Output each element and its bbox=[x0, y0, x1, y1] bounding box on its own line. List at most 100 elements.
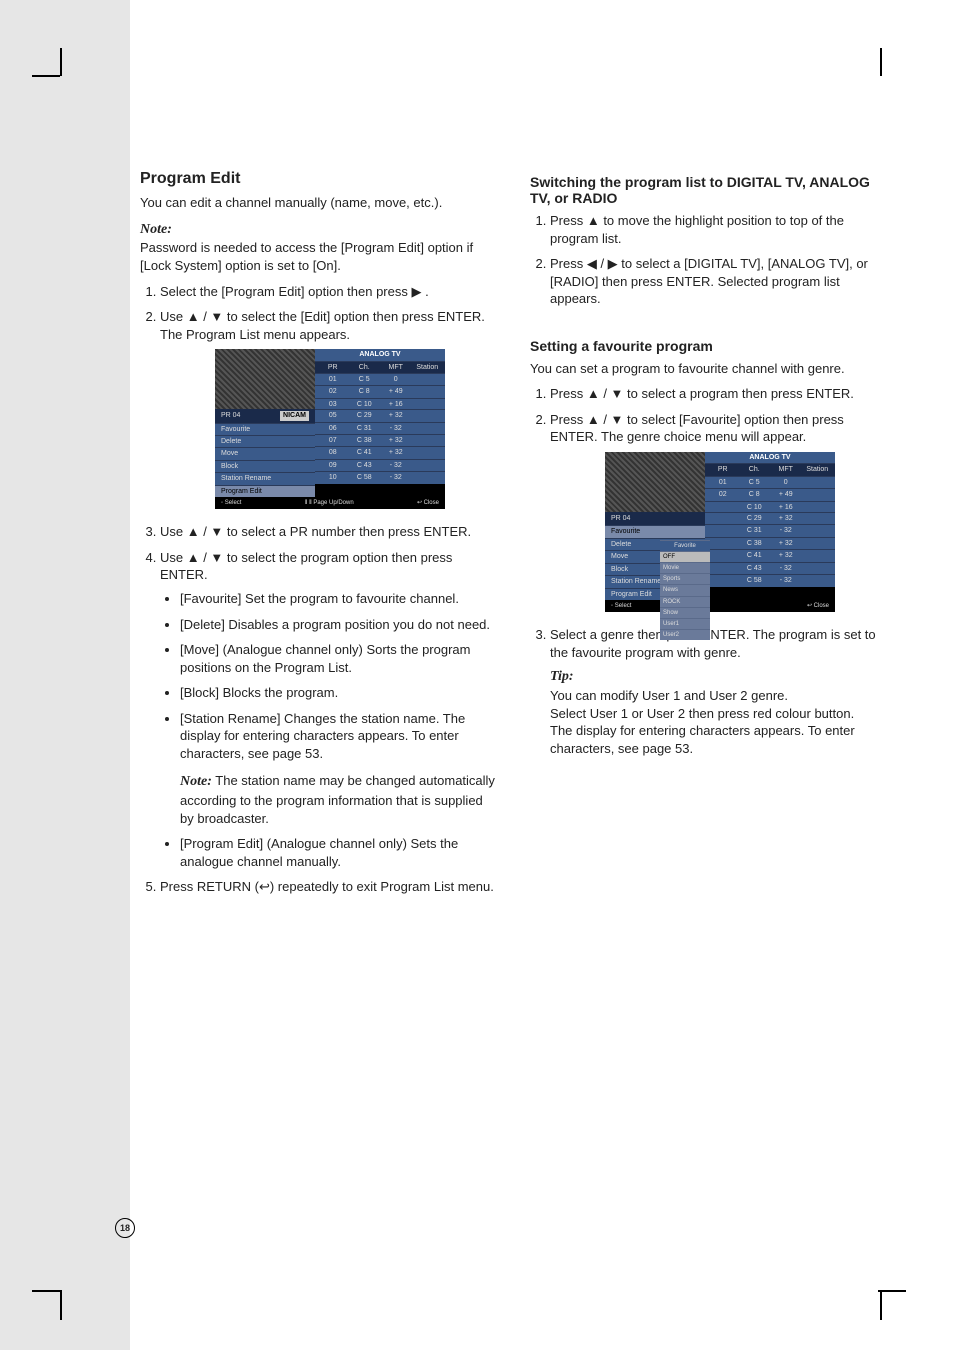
osd-data-row: C 58- 32 bbox=[705, 574, 835, 586]
osd-popup-item: News bbox=[660, 584, 710, 595]
osd-title: ANALOG TV bbox=[315, 349, 445, 360]
option-list: [Favourite] Set the program to favourite… bbox=[160, 590, 500, 870]
osd-footer: ◦ Select ⦀ ⦀ Page Up/Down ↩ Close bbox=[215, 497, 445, 509]
osd-data-row: 01C 50 bbox=[315, 373, 445, 385]
option-item: [Program Edit] (Analogue channel only) S… bbox=[180, 835, 500, 870]
osd-footer: ◦ Select ↩ Close bbox=[605, 600, 835, 612]
step-text: Use ▲ / ▼ to select the [Edit] option th… bbox=[160, 309, 485, 324]
osd-data-row: 06C 31- 32 bbox=[315, 422, 445, 434]
option-item: [Move] (Analogue channel only) Sorts the… bbox=[180, 641, 500, 676]
osd-data-row: 10C 58- 32 bbox=[315, 471, 445, 483]
step-item: Use ▲ / ▼ to select the program option t… bbox=[160, 549, 500, 871]
osd-popup-item: Sports bbox=[660, 573, 710, 584]
inline-note-label: Note: bbox=[180, 774, 212, 789]
osd-data-row: 09C 43- 32 bbox=[315, 459, 445, 471]
osd-menu-item: Block bbox=[215, 460, 315, 472]
osd-pr-indicator: PR 04 NICAM bbox=[215, 409, 315, 422]
option-item: [Delete] Disables a program position you… bbox=[180, 616, 500, 634]
intro-text: You can edit a channel manually (name, m… bbox=[140, 194, 500, 212]
left-margin-band bbox=[0, 0, 130, 1350]
osd-data-row: 02C 8+ 49 bbox=[315, 385, 445, 397]
inline-note-body: The station name may be changed automati… bbox=[180, 773, 495, 825]
osd-col: Ch. bbox=[349, 362, 381, 373]
step-text: Press ▲ / ▼ to select [Favourite] option… bbox=[550, 412, 844, 445]
osd-menu-item: Move bbox=[215, 447, 315, 459]
osd-title: ANALOG TV bbox=[705, 452, 835, 463]
crop-mark bbox=[880, 48, 882, 76]
option-item: [Station Rename] Changes the station nam… bbox=[180, 710, 500, 828]
note-body: Password is needed to access the [Progra… bbox=[140, 240, 473, 273]
steps-list: Select the [Program Edit] option then pr… bbox=[140, 283, 500, 896]
osd-col: MFT bbox=[380, 362, 412, 373]
step-item: Select a genre then press ENTER. The pro… bbox=[550, 626, 890, 757]
osd-data-row: 05C 29+ 32 bbox=[315, 409, 445, 421]
osd-side-menu: Favourite Delete Move Block Station Rena… bbox=[215, 423, 315, 498]
osd-popup-item: ROCK bbox=[660, 596, 710, 607]
steps-list: Press ▲ to move the highlight position t… bbox=[530, 212, 890, 308]
osd-data-row: 02C 8+ 49 bbox=[705, 488, 835, 500]
crop-mark bbox=[60, 1290, 62, 1320]
tip-body: You can modify User 1 and User 2 genre. bbox=[550, 688, 788, 703]
steps-list: Press ▲ / ▼ to select a program then pre… bbox=[530, 385, 890, 757]
option-text: [Station Rename] Changes the station nam… bbox=[180, 711, 465, 761]
osd-menu-item: Program Edit bbox=[215, 485, 315, 497]
right-column: Switching the program list to DIGITAL TV… bbox=[530, 170, 890, 904]
step-item: Press ▲ / ▼ to select a program then pre… bbox=[550, 385, 890, 403]
osd-header-row: PR Ch. MFT Station bbox=[315, 361, 445, 373]
tip-label: Tip: bbox=[550, 669, 574, 684]
osd-header-row: PRCh.MFTStation bbox=[705, 463, 835, 475]
crop-mark bbox=[32, 1290, 60, 1292]
osd-data-row: 01C 50 bbox=[705, 476, 835, 488]
osd-data-row: C 38+ 32 bbox=[705, 537, 835, 549]
osd-col: Station bbox=[412, 362, 444, 373]
osd-menu-item: Delete bbox=[215, 435, 315, 447]
step-text: Use ▲ / ▼ to select the program option t… bbox=[160, 550, 452, 583]
step-item: Press RETURN (↩) repeatedly to exit Prog… bbox=[160, 878, 500, 896]
step-item: Press ◀ / ▶ to select a [DIGITAL TV], [A… bbox=[550, 255, 890, 308]
crop-mark bbox=[880, 1290, 882, 1320]
osd-pr-indicator: PR 04 bbox=[605, 512, 705, 525]
osd-popup-item: Show bbox=[660, 607, 710, 618]
section-heading-favourite: Setting a favourite program bbox=[530, 338, 890, 354]
osd-data-row: 08C 41+ 32 bbox=[315, 446, 445, 458]
osd-popup-item: User2 bbox=[660, 629, 710, 640]
osd-menu-item: Favourite bbox=[215, 423, 315, 435]
step-item: Select the [Program Edit] option then pr… bbox=[160, 283, 500, 301]
page-number: 18 bbox=[115, 1218, 135, 1238]
step-item: Use ▲ / ▼ to select the [Edit] option th… bbox=[160, 308, 500, 509]
section-heading-switching: Switching the program list to DIGITAL TV… bbox=[530, 174, 890, 206]
osd-popup-title: Favorite bbox=[660, 540, 710, 551]
page-content: Program Edit You can edit a channel manu… bbox=[140, 170, 890, 904]
osd-col: PR bbox=[317, 362, 349, 373]
crop-mark bbox=[32, 75, 60, 77]
option-item: [Block] Blocks the program. bbox=[180, 684, 500, 702]
step-item: Use ▲ / ▼ to select a PR number then pre… bbox=[160, 523, 500, 541]
crop-mark bbox=[60, 48, 62, 76]
osd-preview-pane bbox=[215, 349, 315, 409]
osd-data-row: C 29+ 32 bbox=[705, 512, 835, 524]
crop-mark bbox=[878, 1290, 906, 1292]
osd-preview-pane bbox=[605, 452, 705, 512]
section-heading-program-edit: Program Edit bbox=[140, 170, 500, 188]
osd-popup-item: User1 bbox=[660, 618, 710, 629]
osd-data-row: C 41+ 32 bbox=[705, 549, 835, 561]
osd-screenshot-favourite: ANALOG TV PRCh.MFTStation 01C 50 02C 8+ … bbox=[605, 452, 835, 612]
osd-popup-item: OFF bbox=[660, 551, 710, 562]
note-label: Note: bbox=[140, 222, 172, 237]
tip-body: The display for entering characters appe… bbox=[550, 723, 855, 756]
note-block: Note: Password is needed to access the [… bbox=[140, 220, 500, 275]
left-column: Program Edit You can edit a channel manu… bbox=[140, 170, 500, 904]
option-item: [Favourite] Set the program to favourite… bbox=[180, 590, 500, 608]
step-text: The Program List menu appears. bbox=[160, 327, 350, 342]
step-item: Press ▲ to move the highlight position t… bbox=[550, 212, 890, 247]
osd-genre-popup: Favorite OFF Movie Sports News ROCK Show… bbox=[660, 540, 710, 640]
osd-data-row: C 43- 32 bbox=[705, 562, 835, 574]
osd-menu-item: Station Rename bbox=[215, 472, 315, 484]
step-text: Select a genre then press ENTER. The pro… bbox=[550, 627, 876, 660]
fav-intro: You can set a program to favourite chann… bbox=[530, 360, 890, 378]
osd-data-row: 07C 38+ 32 bbox=[315, 434, 445, 446]
osd-screenshot-program-list: ANALOG TV PR Ch. MFT Station 01C 50 02C … bbox=[215, 349, 445, 509]
osd-data-row: C 31- 32 bbox=[705, 524, 835, 536]
osd-popup-item: Movie bbox=[660, 562, 710, 573]
step-item: Press ▲ / ▼ to select [Favourite] option… bbox=[550, 411, 890, 612]
